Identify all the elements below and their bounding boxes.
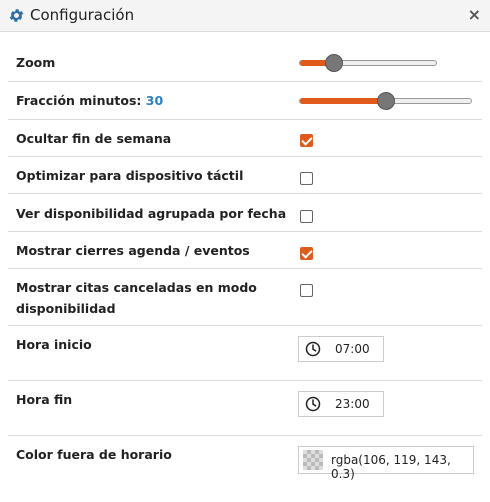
fraccion-slider[interactable]: [299, 92, 472, 110]
zoom-slider[interactable]: [299, 54, 437, 72]
gear-icon: [9, 9, 24, 22]
ocultar-fin-semana-checkbox[interactable]: [300, 134, 313, 147]
mostrar-canceladas-checkbox[interactable]: [300, 284, 313, 297]
color-fuera-label: Color fuera de horario: [16, 447, 172, 462]
dialog-title: Configuración: [30, 6, 135, 24]
setting-row-hora-inicio: Hora inicio 07:00: [8, 326, 482, 381]
setting-row-color-fuera: Color fuera de horario rgba(106, 119, 14…: [8, 436, 482, 486]
setting-row-ocultar-fin-semana: Ocultar fin de semana: [8, 120, 482, 157]
hora-fin-value: 23:00: [335, 397, 370, 411]
mostrar-canceladas-label-line2: disponibilidad: [16, 301, 116, 316]
optimizar-tactil-label: Optimizar para dispositivo táctil: [16, 168, 244, 183]
setting-row-zoom: Zoom: [8, 44, 482, 82]
setting-row-optimizar-tactil: Optimizar para dispositivo táctil: [8, 157, 482, 194]
setting-row-mostrar-canceladas: Mostrar citas canceladas en modo disponi…: [8, 269, 482, 326]
setting-row-hora-fin: Hora fin 23:00: [8, 381, 482, 436]
settings-dialog: Configuración × Zoom Fracción minutos: 3…: [0, 0, 490, 502]
setting-row-ver-disponibilidad: Ver disponibilidad agrupada por fecha: [8, 194, 482, 232]
hora-inicio-value: 07:00: [335, 342, 370, 356]
hora-inicio-input[interactable]: 07:00: [298, 336, 384, 362]
optimizar-tactil-checkbox[interactable]: [300, 172, 313, 185]
mostrar-canceladas-label-line1: Mostrar citas canceladas en modo: [16, 280, 257, 295]
setting-row-mostrar-cierres: Mostrar cierres agenda / eventos: [8, 232, 482, 269]
color-fuera-input[interactable]: rgba(106, 119, 143, 0.3): [298, 446, 474, 481]
close-icon[interactable]: ×: [468, 7, 481, 23]
hora-fin-label: Hora fin: [16, 392, 73, 407]
fraccion-slider-thumb[interactable]: [377, 92, 395, 110]
ver-disponibilidad-checkbox[interactable]: [300, 210, 313, 223]
color-fuera-value: rgba(106, 119, 143, 0.3): [331, 453, 451, 481]
ocultar-fin-semana-label: Ocultar fin de semana: [16, 131, 172, 146]
fraccion-label-text: Fracción minutos:: [16, 93, 146, 108]
clock-icon: [305, 341, 321, 357]
hora-inicio-label: Hora inicio: [16, 337, 92, 352]
color-swatch[interactable]: [303, 450, 323, 470]
mostrar-cierres-label: Mostrar cierres agenda / eventos: [16, 243, 250, 258]
ver-disponibilidad-label: Ver disponibilidad agrupada por fecha: [16, 206, 287, 221]
setting-row-fraccion: Fracción minutos: 30: [8, 82, 482, 120]
zoom-label: Zoom: [16, 55, 56, 70]
dialog-titlebar: Configuración ×: [0, 0, 490, 32]
clock-icon: [305, 396, 321, 412]
fraccion-slider-fill: [300, 98, 386, 104]
fraccion-label: Fracción minutos: 30: [16, 90, 163, 111]
zoom-slider-thumb[interactable]: [325, 54, 343, 72]
mostrar-cierres-checkbox[interactable]: [300, 247, 313, 260]
fraccion-value: 30: [145, 93, 164, 108]
hora-fin-input[interactable]: 23:00: [298, 391, 384, 417]
